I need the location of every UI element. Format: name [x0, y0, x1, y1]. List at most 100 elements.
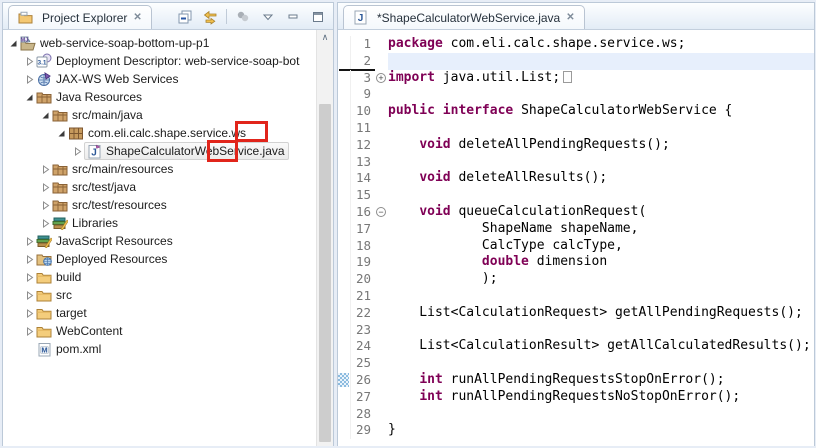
annotation-ruler[interactable]	[338, 372, 350, 389]
code-line-27[interactable]: 27 int runAllPendingRequestsNoStopOnErro…	[338, 388, 814, 406]
annotation-ruler[interactable]	[338, 288, 350, 305]
code-text[interactable]: List<CalculationResult> getAllCalculated…	[388, 338, 814, 355]
annotation-ruler[interactable]	[338, 338, 350, 355]
code-line-26[interactable]: 26 int runAllPendingRequestsStopOnError(…	[338, 371, 814, 389]
line-number[interactable]: 27	[350, 388, 374, 406]
code-text[interactable]: List<CalculationRequest> getAllPendingRe…	[388, 305, 814, 322]
scroll-up-arrow-icon[interactable]: ∧	[317, 30, 333, 46]
line-number[interactable]: 23	[350, 321, 374, 339]
code-text[interactable]: CalcType calcType,	[388, 238, 814, 255]
line-number[interactable]: 3	[350, 69, 374, 87]
annotation-ruler[interactable]	[338, 221, 350, 238]
line-number[interactable]: 24	[350, 338, 374, 356]
maximize-icon[interactable]	[309, 8, 327, 25]
line-number[interactable]: 22	[350, 304, 374, 322]
close-icon[interactable]: ✕	[132, 12, 142, 23]
code-text[interactable]: int runAllPendingRequestsNoStopOnError()…	[388, 389, 814, 406]
line-number[interactable]: 26	[350, 371, 374, 389]
line-number[interactable]: 10	[350, 103, 374, 120]
expand-arrow-icon[interactable]	[39, 214, 52, 232]
code-line-3[interactable]: 3 + import java.util.List;	[338, 69, 814, 87]
annotation-ruler[interactable]	[338, 389, 350, 406]
code-line-16[interactable]: 16− void queueCalculationRequest(	[338, 203, 814, 221]
code-text[interactable]: double dimension	[388, 254, 814, 271]
tree-item-pom-xml[interactable]: Mpom.xml	[3, 340, 333, 358]
tree-item-jax-ws-web-services[interactable]: JAX-WS Web Services	[3, 70, 333, 88]
tree-item-shapecalculatorwebservice-java[interactable]: J ShapeCalculatorWebService.java	[3, 142, 333, 160]
code-text[interactable]: void deleteAllPendingRequests();	[388, 137, 814, 154]
expand-arrow-icon[interactable]	[7, 34, 20, 52]
tree-item-build[interactable]: build	[3, 268, 333, 286]
code-text[interactable]	[388, 355, 814, 372]
code-line-13[interactable]: 13	[338, 153, 814, 171]
code-line-1[interactable]: 1 package com.eli.calc.shape.service.ws;	[338, 36, 814, 53]
code-line-11[interactable]: 11	[338, 119, 814, 137]
tree-item-web-service-soap-bottom-up-p1[interactable]: MJ web-service-soap-bottom-up-p1	[3, 34, 333, 52]
tree-item-deployed-resources[interactable]: Deployed Resources	[3, 250, 333, 268]
view-menu-icon[interactable]	[259, 8, 277, 25]
fold-expand-icon[interactable]: +	[374, 70, 388, 87]
tree-item-src-main-resources[interactable]: src/main/resources	[3, 160, 333, 178]
line-number[interactable]: 29	[350, 422, 374, 440]
code-text[interactable]: public interface ShapeCalculatorWebServi…	[388, 103, 814, 120]
collapse-all-icon[interactable]	[176, 8, 194, 25]
tab-shapecalculatorwebservice-java[interactable]: J *ShapeCalculatorWebService.java ✕	[343, 5, 585, 29]
expand-arrow-icon[interactable]	[23, 322, 36, 340]
code-line-14[interactable]: 14 void deleteAllResults();	[338, 170, 814, 188]
code-text[interactable]	[388, 86, 814, 103]
line-number[interactable]: 28	[350, 405, 374, 423]
code-line-17[interactable]: 17 ShapeName shapeName,	[338, 220, 814, 238]
annotation-ruler[interactable]	[338, 406, 350, 423]
annotation-ruler[interactable]	[338, 53, 350, 70]
expand-arrow-icon[interactable]	[71, 142, 84, 160]
tree-item-target[interactable]: target	[3, 304, 333, 322]
explorer-scrollbar[interactable]: ∧	[316, 30, 333, 446]
annotation-ruler[interactable]	[338, 187, 350, 204]
code-line-22[interactable]: 22 List<CalculationRequest> getAllPendin…	[338, 304, 814, 322]
annotation-ruler[interactable]	[338, 86, 350, 103]
code-line-19[interactable]: 19 double dimension	[338, 254, 814, 272]
code-editor[interactable]: 1 package com.eli.calc.shape.service.ws; 2…	[338, 30, 814, 446]
tree-item-java-resources[interactable]: Java Resources	[3, 88, 333, 106]
focus-on-active-task-icon[interactable]	[234, 8, 252, 25]
code-text[interactable]	[388, 406, 814, 423]
annotation-ruler[interactable]	[338, 238, 350, 255]
code-line-9[interactable]: 9	[338, 86, 814, 104]
code-line-2[interactable]: 2	[338, 52, 814, 70]
scrollbar-thumb[interactable]	[319, 104, 331, 442]
line-number[interactable]: 16	[350, 203, 374, 221]
code-line-20[interactable]: 20 );	[338, 271, 814, 288]
annotation-ruler[interactable]	[338, 305, 350, 322]
annotation-ruler[interactable]	[338, 322, 350, 339]
line-number[interactable]: 1	[350, 36, 374, 53]
line-number[interactable]: 18	[350, 237, 374, 255]
code-line-24[interactable]: 24 List<CalculationResult> getAllCalcula…	[338, 338, 814, 356]
annotation-ruler[interactable]	[338, 103, 350, 120]
line-number[interactable]: 19	[350, 254, 374, 272]
annotation-ruler[interactable]	[338, 204, 350, 221]
code-line-10[interactable]: 10 public interface ShapeCalculatorWebSer…	[338, 103, 814, 120]
code-text[interactable]	[388, 187, 814, 204]
annotation-ruler[interactable]	[338, 170, 350, 187]
expand-arrow-icon[interactable]	[39, 160, 52, 178]
annotation-ruler[interactable]	[338, 154, 350, 171]
expand-arrow-icon[interactable]	[23, 70, 36, 88]
code-text[interactable]: import java.util.List;	[388, 70, 814, 87]
code-text[interactable]	[388, 288, 814, 305]
tree-item-deployment-descriptor-web-service-soap-b[interactable]: 3.1 Deployment Descriptor: web-service-so…	[3, 52, 333, 70]
expand-arrow-icon[interactable]	[23, 250, 36, 268]
annotation-ruler[interactable]	[338, 254, 350, 271]
expand-arrow-icon[interactable]	[39, 106, 52, 124]
code-text[interactable]: package com.eli.calc.shape.service.ws;	[388, 36, 814, 53]
tab-project-explorer[interactable]: Project Explorer ✕	[8, 5, 152, 29]
expand-arrow-icon[interactable]	[39, 178, 52, 196]
annotation-ruler[interactable]	[338, 271, 350, 288]
close-icon[interactable]: ✕	[565, 12, 575, 23]
tree-item-src-main-java[interactable]: src/main/java	[3, 106, 333, 124]
annotation-ruler[interactable]	[338, 355, 350, 372]
expand-arrow-icon[interactable]	[39, 196, 52, 214]
code-line-29[interactable]: 29}	[338, 422, 814, 440]
line-number[interactable]: 13	[350, 153, 374, 171]
line-number[interactable]: 2	[350, 52, 374, 70]
expand-arrow-icon[interactable]	[23, 52, 36, 70]
